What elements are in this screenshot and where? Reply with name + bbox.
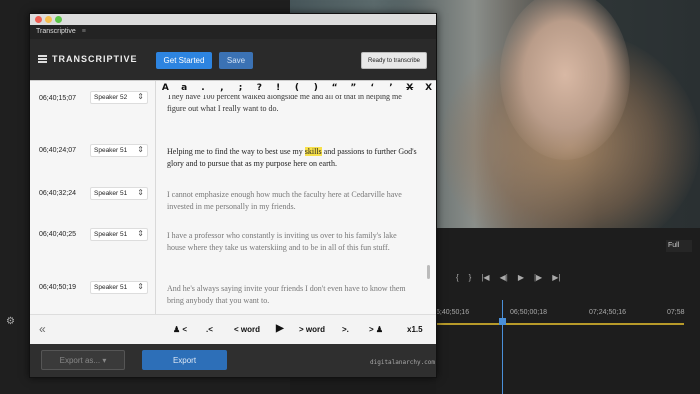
speaker-name: Speaker 51 [94, 231, 128, 238]
playback-speed[interactable]: x1.5 [407, 325, 423, 334]
text-segment: Helping me to find the way to best use m… [167, 147, 305, 156]
speaker-name: Speaker 51 [94, 147, 128, 154]
select-arrows-icon: ⇕ [137, 92, 144, 101]
highlighted-word[interactable]: skills [304, 147, 322, 156]
wrench-icon[interactable]: ⚙ [6, 316, 15, 327]
playback-controls: « ♟ < .< < word ▶ > word >. > ♟ x1.5 [30, 314, 436, 344]
step-back-icon[interactable]: ◀| [500, 273, 508, 282]
strikethrough-button[interactable]: X [400, 83, 419, 93]
timecode[interactable]: 06;40;15;07 [39, 95, 76, 102]
close-quote-button[interactable]: ” [344, 83, 363, 93]
uppercase-button[interactable]: A [156, 83, 175, 93]
open-paren-button[interactable]: ( [288, 83, 307, 93]
window-titlebar [30, 14, 436, 25]
prev-sentence-button[interactable]: .< [206, 325, 213, 334]
close-paren-button[interactable]: ) [306, 83, 325, 93]
transcript-text[interactable]: I have a professor who constantly is inv… [167, 230, 417, 254]
select-arrows-icon: ⇕ [137, 282, 144, 291]
step-forward-icon[interactable]: |▶ [534, 273, 542, 282]
speaker-name: Speaker 51 [94, 190, 128, 197]
screen: Full { } |◀ ◀| ▶ |▶ ▶| 6;40;50;16 06;50;… [0, 0, 700, 394]
column-divider [155, 81, 156, 351]
next-speaker-label: > [369, 325, 374, 334]
play-button[interactable]: ▶ [276, 323, 284, 334]
transcript-text[interactable]: Helping me to find the way to best use m… [167, 146, 417, 170]
punctuation-toolbar: A a . , ; ? ! ( ) “ ” ‘ ’ X X [156, 81, 436, 95]
timeline-ruler: 6;40;50;16 06;50;00;18 07;24;50;16 07;58 [436, 309, 700, 321]
speaker-name: Speaker 51 [94, 284, 128, 291]
speaker-select[interactable]: Speaker 51 ⇕ [90, 281, 148, 294]
comma-button[interactable]: , [212, 83, 231, 93]
playhead-handle[interactable] [499, 318, 506, 325]
transcript-text[interactable]: And he's always saying invite your frien… [167, 283, 417, 307]
fit-select[interactable]: Full [666, 240, 692, 252]
timecode[interactable]: 06;40;40;25 [39, 231, 76, 238]
select-arrows-icon: ⇕ [137, 229, 144, 238]
person-icon: ♟ [375, 325, 384, 334]
ruler-time: 07;58 [667, 309, 685, 316]
speaker-select[interactable]: Speaker 51 ⇕ [90, 228, 148, 241]
ruler-time: 07;24;50;16 [589, 309, 626, 316]
panel-title: Transcriptive [36, 28, 76, 35]
ready-to-transcribe-button[interactable]: Ready to transcribe [361, 52, 427, 69]
export-as-dropdown[interactable]: Export as... ▾ [41, 350, 125, 370]
timeline-work-area [436, 323, 684, 325]
timecode[interactable]: 06;40;32;24 [39, 190, 76, 197]
app-brand: TRANSCRIPTIVE [52, 54, 138, 64]
scrollbar-thumb[interactable] [427, 265, 430, 279]
semicolon-button[interactable]: ; [231, 83, 250, 93]
period-button[interactable]: . [194, 83, 213, 93]
open-quote-button[interactable]: “ [325, 83, 344, 93]
transcript-area: 06;40;15;07 Speaker 52 ⇕ They have 100 pe… [30, 80, 436, 351]
export-as-label: Export as... [59, 355, 101, 365]
panel-menu-icon[interactable]: ≡ [82, 28, 86, 35]
mark-in-icon[interactable]: { [456, 273, 459, 282]
next-sentence-button[interactable]: >. [342, 325, 349, 334]
playhead-line[interactable] [502, 300, 503, 394]
prev-speaker-label: < [182, 325, 188, 334]
go-in-icon[interactable]: |◀ [481, 273, 489, 282]
mark-out-icon[interactable]: } [469, 273, 472, 282]
app-header: TRANSCRIPTIVE Get Started Save Ready to … [30, 39, 436, 80]
hamburger-icon[interactable] [38, 55, 47, 63]
ruler-time: 6;40;50;16 [436, 309, 470, 316]
panel-tab[interactable]: Transcriptive ≡ [30, 25, 436, 39]
speaker-select[interactable]: Speaker 52 ⇕ [90, 91, 148, 104]
ruler-time: 06;50;00;18 [510, 309, 547, 316]
transcript-scrollbar[interactable] [426, 95, 432, 315]
export-button[interactable]: Export [142, 350, 227, 370]
transport-controls: { } |◀ ◀| ▶ |▶ ▶| [436, 270, 700, 284]
speaker-select[interactable]: Speaker 51 ⇕ [90, 144, 148, 157]
close-icon[interactable] [35, 16, 42, 23]
speaker-select[interactable]: Speaker 51 ⇕ [90, 187, 148, 200]
save-button[interactable]: Save [219, 52, 253, 69]
collapse-panel-icon[interactable]: « [39, 322, 46, 336]
lowercase-button[interactable]: a [175, 83, 194, 93]
transcriptive-window: Transcriptive ≡ TRANSCRIPTIVE Get Starte… [29, 13, 437, 378]
credit-link[interactable]: digitalanarchy.com [370, 359, 435, 366]
close-single-quote-button[interactable]: ’ [382, 83, 401, 93]
go-out-icon[interactable]: ▶| [552, 273, 560, 282]
dropdown-arrow-icon: ▾ [102, 355, 107, 365]
speaker-name: Speaker 52 [94, 94, 128, 101]
select-arrows-icon: ⇕ [137, 145, 144, 154]
app-footer: Export as... ▾ Export digitalanarchy.com [30, 344, 436, 377]
get-started-button[interactable]: Get Started [156, 52, 212, 69]
prev-word-button[interactable]: < word [234, 325, 260, 334]
zoom-icon[interactable] [55, 16, 62, 23]
timecode[interactable]: 06;40;50;19 [39, 284, 76, 291]
minimize-icon[interactable] [45, 16, 52, 23]
exclamation-button[interactable]: ! [269, 83, 288, 93]
next-word-button[interactable]: > word [299, 325, 325, 334]
prev-speaker-button[interactable]: ♟ < [173, 325, 187, 334]
select-arrows-icon: ⇕ [137, 188, 144, 197]
play-icon[interactable]: ▶ [518, 273, 524, 282]
open-single-quote-button[interactable]: ‘ [363, 83, 382, 93]
clear-format-button[interactable]: X [419, 83, 436, 93]
transcript-text[interactable]: I cannot emphasize enough how much the f… [167, 189, 417, 213]
next-speaker-button[interactable]: > ♟ [369, 325, 383, 334]
person-icon: ♟ [173, 325, 181, 334]
question-button[interactable]: ? [250, 83, 269, 93]
timecode[interactable]: 06;40;24;07 [39, 147, 76, 154]
